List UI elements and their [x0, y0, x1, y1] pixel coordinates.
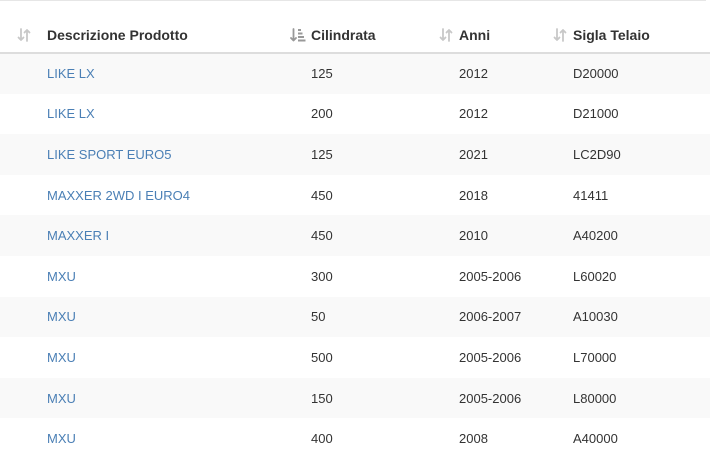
cell-descrizione: MAXXER I [0, 215, 284, 256]
sort-icon[interactable] [432, 27, 459, 43]
cell-descrizione: MXU [0, 377, 284, 419]
cell-sigla-telaio: D20000 [546, 53, 710, 94]
cell-anni: 2006-2007 [432, 296, 546, 338]
cell-sigla-telaio: LC2D90 [546, 134, 710, 175]
product-link[interactable]: MAXXER 2WD I EURO4 [47, 188, 190, 203]
cell-cilindrata: 450 [284, 174, 432, 216]
sort-icon[interactable] [0, 27, 47, 43]
product-link[interactable]: MXU [47, 391, 76, 406]
cell-cilindrata: 125 [284, 53, 432, 94]
cell-descrizione: LIKE LX [0, 53, 284, 94]
cell-anni: 2018 [432, 174, 546, 216]
product-link[interactable]: MXU [47, 431, 76, 446]
product-link[interactable]: MAXXER I [47, 228, 109, 243]
table-row: MAXXER I 450 2010 A40200 [0, 215, 710, 256]
cell-sigla-telaio: A40000 [546, 418, 710, 459]
cell-descrizione: LIKE LX [0, 93, 284, 135]
table-row: LIKE SPORT EURO5 125 2021 LC2D90 [0, 134, 710, 175]
column-header-sigla[interactable]: Sigla Telaio [546, 18, 710, 54]
cell-descrizione: MXU [0, 255, 284, 297]
cell-anni: 2005-2006 [432, 377, 546, 419]
sort-icon[interactable] [546, 27, 573, 43]
cell-descrizione: MXU [0, 418, 284, 459]
cell-cilindrata: 50 [284, 296, 432, 338]
table-row: MXU 400 2008 A40000 [0, 418, 710, 459]
cell-sigla-telaio: A40200 [546, 215, 710, 256]
cell-anni: 2012 [432, 93, 546, 135]
cell-cilindrata: 200 [284, 93, 432, 135]
table-row: MXU 300 2005-2006 L60020 [0, 255, 710, 297]
cell-cilindrata: 150 [284, 377, 432, 419]
cell-anni: 2010 [432, 215, 546, 256]
table-row: MXU 500 2005-2006 L70000 [0, 337, 710, 378]
product-link[interactable]: LIKE LX [47, 66, 95, 81]
cell-descrizione: MXU [0, 296, 284, 338]
product-table: Descrizione Prodotto Cilindrata Anni Sig… [0, 18, 710, 459]
column-header-descrizione[interactable]: Descrizione Prodotto [0, 18, 284, 54]
product-link[interactable]: MXU [47, 269, 76, 284]
cell-cilindrata: 450 [284, 215, 432, 256]
table-row: MAXXER 2WD I EURO4 450 2018 41411 [0, 174, 710, 216]
cell-descrizione: MXU [0, 337, 284, 378]
column-header-cilindrata[interactable]: Cilindrata [284, 18, 432, 54]
table-row: LIKE LX 125 2012 D20000 [0, 53, 710, 94]
cell-sigla-telaio: 41411 [546, 174, 710, 216]
cell-anni: 2021 [432, 134, 546, 175]
cell-sigla-telaio: A10030 [546, 296, 710, 338]
column-header-label: Cilindrata [311, 27, 376, 43]
top-divider [0, 0, 706, 1]
cell-descrizione: MAXXER 2WD I EURO4 [0, 174, 284, 216]
product-link[interactable]: MXU [47, 350, 76, 365]
cell-descrizione: LIKE SPORT EURO5 [0, 134, 284, 175]
cell-cilindrata: 500 [284, 337, 432, 378]
cell-sigla-telaio: L80000 [546, 377, 710, 419]
table-row: MXU 50 2006-2007 A10030 [0, 296, 710, 338]
table-row: LIKE LX 200 2012 D21000 [0, 93, 710, 135]
column-header-label: Descrizione Prodotto [47, 27, 188, 43]
sort-amount-asc-icon[interactable] [284, 27, 311, 43]
cell-cilindrata: 125 [284, 134, 432, 175]
table-row: MXU 150 2005-2006 L80000 [0, 377, 710, 419]
cell-cilindrata: 300 [284, 255, 432, 297]
cell-cilindrata: 400 [284, 418, 432, 459]
column-header-anni[interactable]: Anni [432, 18, 546, 54]
column-header-label: Sigla Telaio [573, 27, 650, 43]
cell-sigla-telaio: D21000 [546, 93, 710, 135]
product-table-container: Descrizione Prodotto Cilindrata Anni Sig… [0, 0, 710, 466]
cell-sigla-telaio: L60020 [546, 255, 710, 297]
cell-anni: 2005-2006 [432, 337, 546, 378]
cell-sigla-telaio: L70000 [546, 337, 710, 378]
table-header-row: Descrizione Prodotto Cilindrata Anni Sig… [0, 18, 710, 54]
product-link[interactable]: LIKE LX [47, 106, 95, 121]
product-link[interactable]: LIKE SPORT EURO5 [47, 147, 172, 162]
column-header-label: Anni [459, 27, 491, 43]
product-link[interactable]: MXU [47, 309, 76, 324]
cell-anni: 2008 [432, 418, 546, 459]
cell-anni: 2012 [432, 53, 546, 94]
cell-anni: 2005-2006 [432, 255, 546, 297]
